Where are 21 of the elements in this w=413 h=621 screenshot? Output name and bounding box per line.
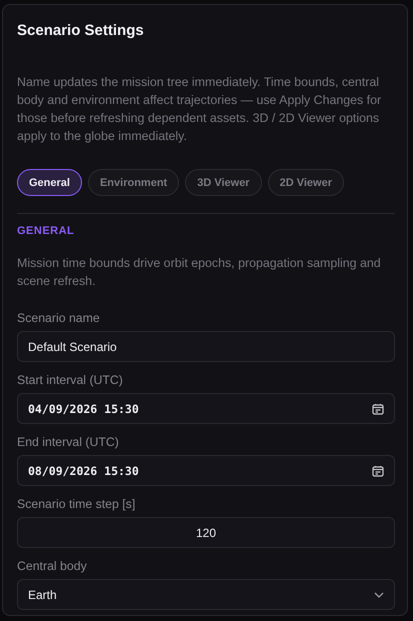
field-label: Scenario time step [s] [17, 496, 136, 512]
date-field[interactable]: 08/09/2026 15:30 [17, 455, 395, 486]
number-field[interactable]: 120 [17, 517, 395, 548]
tab[interactable]: 3D Viewer [185, 169, 262, 196]
section-description: Mission time bounds drive orbit epochs, propagation sampling and scene refresh. [17, 255, 382, 290]
field-label: Start interval (UTC) [17, 372, 124, 388]
tab[interactable]: 2D Viewer [268, 169, 344, 196]
panel-title: Scenario Settings [17, 21, 145, 41]
select-field[interactable]: Earth [17, 579, 395, 610]
field-label: Central body [17, 558, 88, 574]
section-heading: GENERAL [17, 224, 76, 238]
calendar-icon[interactable] [372, 402, 384, 414]
date-field[interactable]: 04/09/2026 15:30 [17, 393, 395, 424]
text-field[interactable]: Default Scenario [17, 331, 395, 362]
chevron-down-icon [374, 592, 384, 598]
calendar-icon[interactable] [372, 464, 384, 476]
tab[interactable]: General [17, 169, 82, 196]
tab[interactable]: Environment [88, 169, 180, 196]
field-label: Scenario name [17, 310, 101, 326]
panel-description: Name updates the mission tree immediately. Time bounds, central body and environment affect trajectories — use Apply Changes for those before refreshing dependent assets. 3D / 2D Viewer options apply to the globe immediately. [17, 74, 382, 145]
field-label: End interval (UTC) [17, 434, 120, 450]
